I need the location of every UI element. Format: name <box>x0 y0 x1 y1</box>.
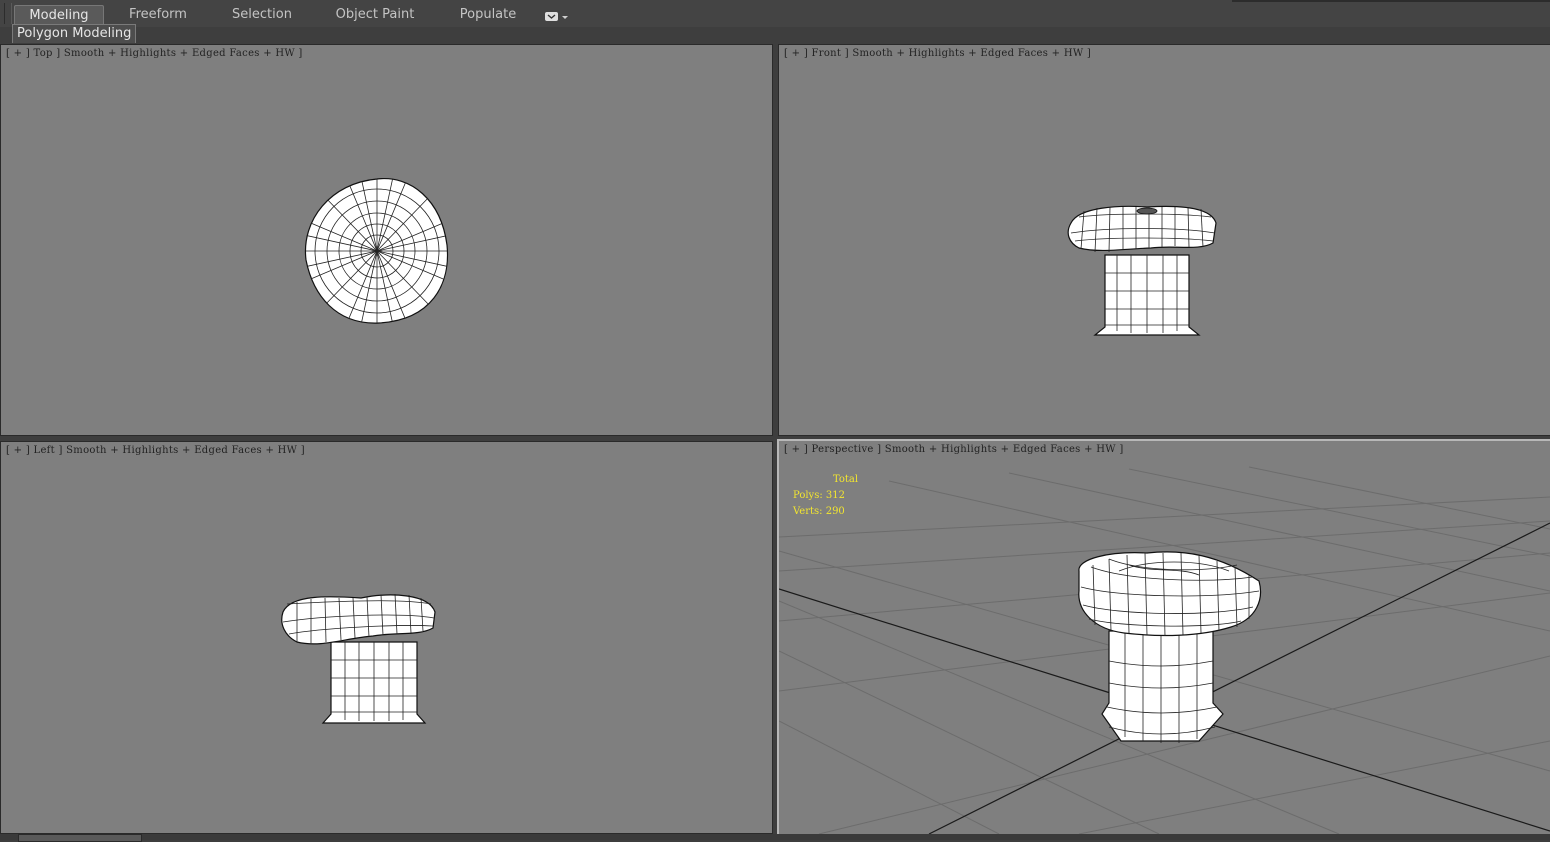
ribbon-tab-bar: Modeling Freeform Selection Object Paint… <box>0 0 1550 28</box>
stats-title: Total <box>833 474 859 485</box>
front-view-mesh <box>1067 205 1217 336</box>
viewport-label-left[interactable]: [ + ] Left ] Smooth + Highlights + Edged… <box>6 445 305 456</box>
viewport-perspective[interactable]: [ + ] Perspective ] Smooth + Highlights … <box>777 439 1550 836</box>
tab-object-paint[interactable]: Object Paint <box>330 5 420 24</box>
ribbon-divider <box>1232 0 1550 2</box>
perspective-view-mesh <box>779 466 1550 834</box>
ribbon-options-icon[interactable] <box>544 8 570 21</box>
tab-freeform[interactable]: Freeform <box>120 5 196 24</box>
stats-polys: Polys: 312 <box>793 490 845 501</box>
viewport-top[interactable]: [ + ] Top ] Smooth + Highlights + Edged … <box>0 44 773 436</box>
status-strip <box>0 834 1550 840</box>
top-view-mesh <box>304 178 449 324</box>
ribbon-panel-row <box>0 27 1550 42</box>
time-slider-field[interactable] <box>18 834 142 842</box>
stats-verts: Verts: 290 <box>793 506 845 517</box>
viewport-left[interactable]: [ + ] Left ] Smooth + Highlights + Edged… <box>0 441 773 834</box>
tab-populate[interactable]: Populate <box>450 5 526 24</box>
tab-modeling[interactable]: Modeling <box>14 5 104 25</box>
viewport-label-front[interactable]: [ + ] Front ] Smooth + Highlights + Edge… <box>784 48 1091 59</box>
scene-statistics: Total Polys: 312 Verts: 290 <box>793 472 858 520</box>
viewport-label-perspective[interactable]: [ + ] Perspective ] Smooth + Highlights … <box>784 444 1124 455</box>
left-view-mesh <box>281 593 436 724</box>
tab-selection[interactable]: Selection <box>222 5 302 24</box>
panel-polygon-modeling[interactable]: Polygon Modeling <box>12 24 137 43</box>
viewport-label-top[interactable]: [ + ] Top ] Smooth + Highlights + Edged … <box>6 48 303 59</box>
ribbon-grip[interactable] <box>4 3 12 24</box>
viewport-front[interactable]: [ + ] Front ] Smooth + Highlights + Edge… <box>778 44 1550 436</box>
